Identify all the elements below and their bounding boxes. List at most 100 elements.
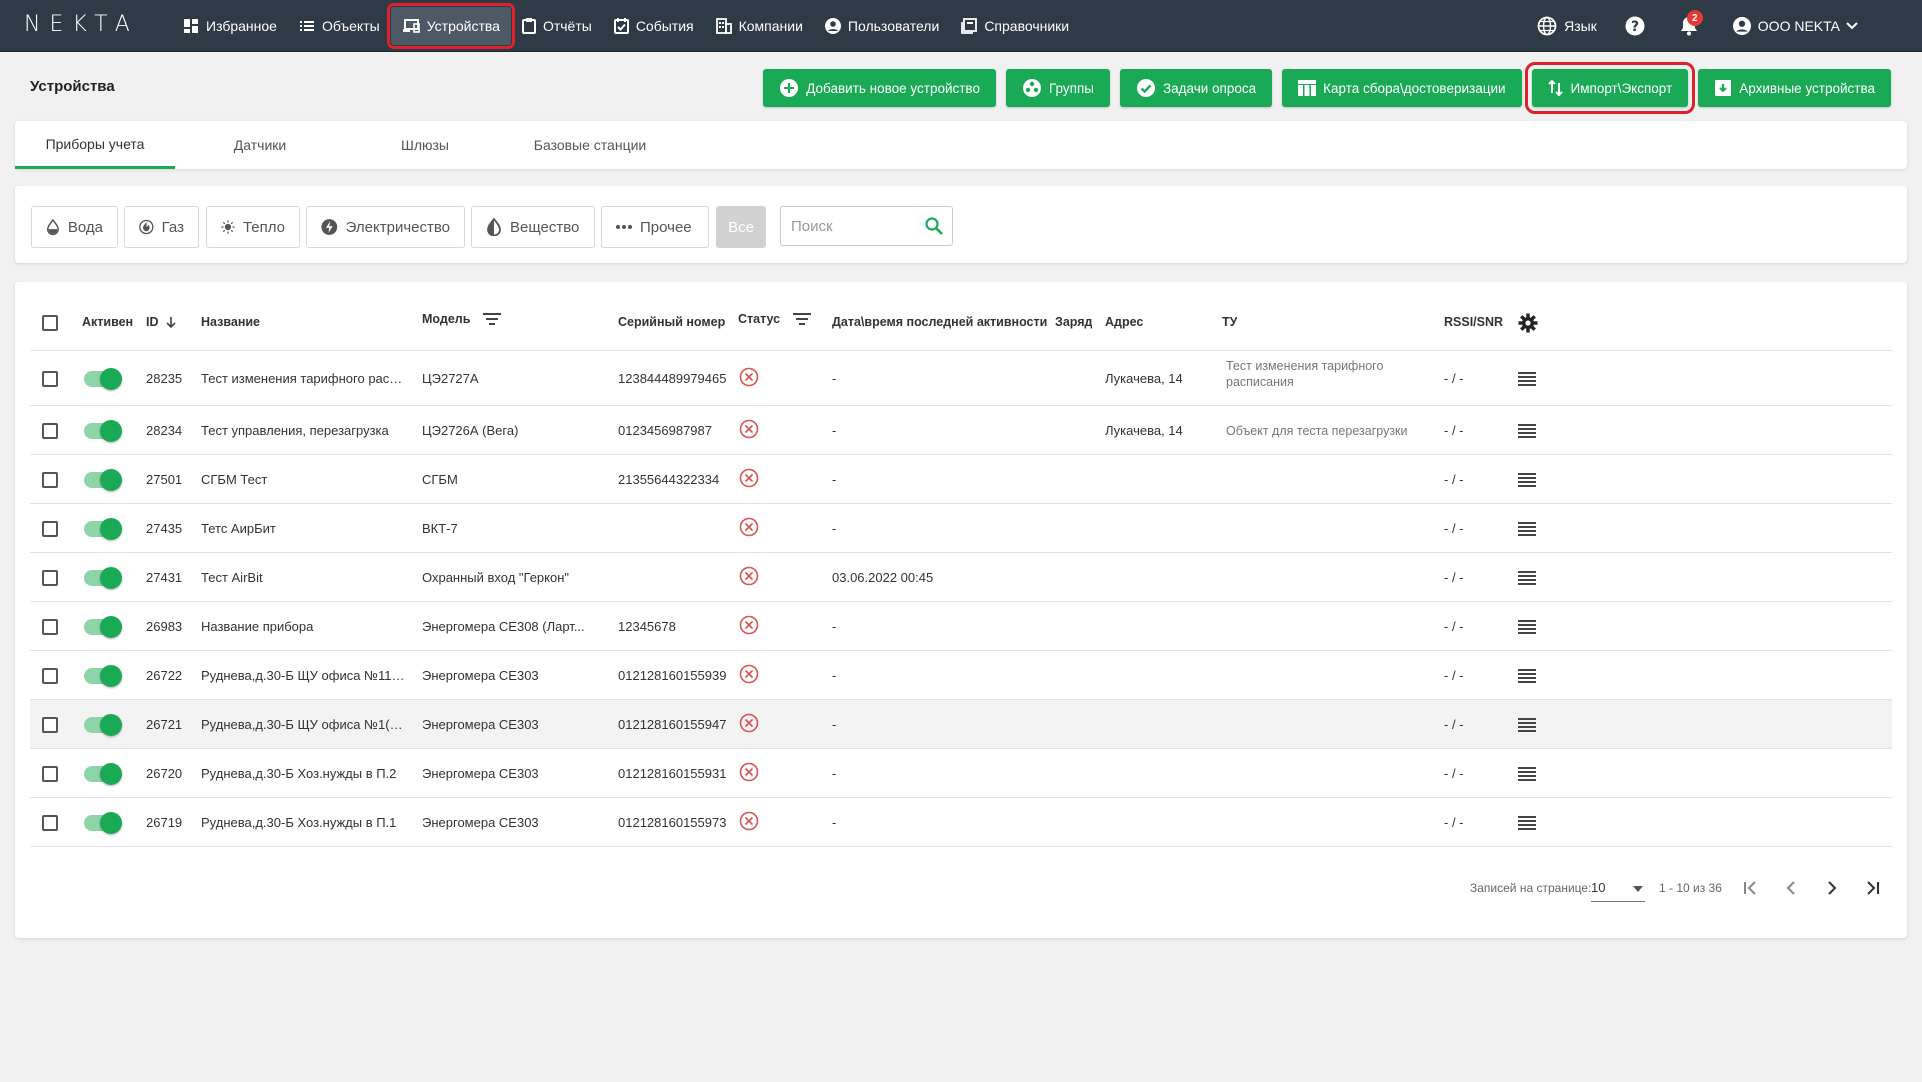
row-checkbox[interactable] — [42, 521, 58, 537]
row-checkbox[interactable] — [42, 619, 58, 635]
nav-item-events[interactable]: События — [603, 7, 705, 45]
nav-item-label: Пользователи — [847, 18, 940, 34]
cell-name[interactable]: Тест управления, перезагрузка — [201, 423, 406, 438]
filter-other[interactable]: Прочее — [601, 206, 709, 248]
status-error-icon — [739, 762, 759, 782]
select-all-checkbox[interactable] — [42, 315, 58, 331]
nav-item-references[interactable]: Справочники — [950, 7, 1080, 45]
table-row[interactable]: 26719 Руднева,д.30-Б Хоз.нужды в П.1 Энерг… — [30, 798, 1892, 847]
nav-item-reports[interactable]: Отчёты — [511, 7, 603, 45]
tab-base-stations[interactable]: Базовые станции — [505, 121, 675, 169]
active-toggle[interactable] — [84, 763, 122, 785]
active-toggle[interactable] — [84, 665, 122, 687]
settings-gear-icon[interactable] — [1518, 313, 1538, 333]
filter-substance[interactable]: Вещество — [471, 206, 595, 248]
row-menu-icon[interactable] — [1518, 571, 1536, 585]
row-checkbox[interactable] — [42, 815, 58, 831]
nav-item-favorites[interactable]: Избранное — [172, 7, 288, 45]
row-checkbox[interactable] — [42, 371, 58, 387]
search-input[interactable] — [791, 207, 921, 245]
tab-meters[interactable]: Приборы учета — [15, 121, 175, 169]
cell-name[interactable]: Название прибора — [201, 619, 406, 634]
row-checkbox[interactable] — [42, 717, 58, 733]
active-toggle[interactable] — [84, 368, 122, 390]
language-selector[interactable]: Язык — [1523, 7, 1611, 45]
row-checkbox[interactable] — [42, 668, 58, 684]
polling-tasks-button[interactable]: Задачи опроса — [1119, 69, 1273, 107]
cell-last-activity: - — [832, 371, 837, 386]
table-row[interactable]: 28235 Тест изменения тарифного распи... ЦЭ… — [30, 352, 1892, 406]
filter-gas[interactable]: Газ — [124, 206, 199, 248]
tab-gateways[interactable]: Шлюзы — [360, 121, 490, 169]
last-page-icon[interactable] — [1863, 878, 1883, 898]
language-label: Язык — [1564, 18, 1597, 34]
table-row[interactable]: 26722 Руднева,д.30-Б ЩУ офиса №11(П.... Эн… — [30, 651, 1892, 700]
search-icon[interactable] — [924, 216, 944, 236]
row-menu-icon[interactable] — [1518, 669, 1536, 683]
archived-devices-button[interactable]: Архивные устройства — [1698, 69, 1891, 107]
row-checkbox[interactable] — [42, 570, 58, 586]
filter-heat[interactable]: Тепло — [206, 206, 300, 248]
header-status-filter[interactable]: Статус — [738, 312, 812, 326]
table-row[interactable]: 26983 Название прибора Энергомера CE308 (Л… — [30, 602, 1892, 651]
row-menu-icon[interactable] — [1518, 522, 1536, 536]
button-label: Задачи опроса — [1162, 80, 1257, 96]
cell-name[interactable]: Тест изменения тарифного распи... — [201, 371, 406, 386]
row-menu-icon[interactable] — [1518, 816, 1536, 830]
help-button[interactable]: ? — [1611, 7, 1666, 45]
cell-last-activity: - — [832, 619, 837, 634]
sun-icon — [221, 220, 235, 234]
next-page-icon[interactable] — [1822, 878, 1842, 898]
groups-button[interactable]: Группы — [1005, 69, 1110, 107]
row-checkbox[interactable] — [42, 766, 58, 782]
add-device-button[interactable]: Добавить новое устройство — [763, 69, 996, 107]
filter-electricity[interactable]: Электричество — [306, 206, 465, 248]
table-row[interactable]: 27431 Тест AirBit Охранный вход "Геркон" 03… — [30, 553, 1892, 602]
company-account-menu[interactable]: ООО NEKTA — [1719, 7, 1872, 45]
nav-item-companies[interactable]: Компании — [705, 7, 814, 45]
row-menu-icon[interactable] — [1518, 620, 1536, 634]
nekta-logo[interactable]: NEKTA — [24, 12, 139, 37]
active-toggle[interactable] — [84, 714, 122, 736]
active-toggle[interactable] — [84, 420, 122, 442]
table-row[interactable]: 27435 Тетс АирБит ВКТ-7 - - / - — [30, 504, 1892, 553]
cell-name[interactable]: Руднева,д.30-Б Хоз.нужды в П.2 — [201, 766, 406, 781]
header-model-filter[interactable]: Модель — [422, 312, 502, 326]
active-toggle[interactable] — [84, 812, 122, 834]
nav-item-users[interactable]: Пользователи — [814, 7, 950, 45]
tab-sensors[interactable]: Датчики — [190, 121, 330, 169]
active-toggle[interactable] — [84, 616, 122, 638]
nav-item-devices[interactable]: Устройства — [386, 3, 515, 49]
cell-name[interactable]: СГБМ Тест — [201, 472, 406, 487]
nav-item-objects[interactable]: Объекты — [288, 7, 391, 45]
row-menu-icon[interactable] — [1518, 424, 1536, 438]
row-checkbox[interactable] — [42, 423, 58, 439]
table-row[interactable]: 26721 Руднева,д.30-Б ЩУ офиса №1(П.1... Эн… — [30, 700, 1892, 749]
active-toggle[interactable] — [84, 469, 122, 491]
cell-name[interactable]: Руднева,д.30-Б Хоз.нужды в П.1 — [201, 815, 406, 830]
import-export-button[interactable]: Импорт\Экспорт — [1524, 62, 1696, 114]
table-row[interactable]: 28234 Тест управления, перезагрузка ЦЭ2726… — [30, 406, 1892, 455]
previous-page-icon[interactable] — [1781, 878, 1801, 898]
collection-map-button[interactable]: Карта сбора\достоверизации — [1282, 69, 1522, 107]
table-row[interactable]: 26720 Руднева,д.30-Б Хоз.нужды в П.2 Энерг… — [30, 749, 1892, 798]
row-checkbox[interactable] — [42, 472, 58, 488]
header-id-sort[interactable]: ID — [146, 315, 177, 329]
cell-name[interactable]: Руднева,д.30-Б ЩУ офиса №1(П.1... — [201, 717, 406, 732]
rows-per-page-select[interactable]: 10 — [1591, 876, 1645, 902]
cell-name[interactable]: Тетс АирБит — [201, 521, 406, 536]
notifications-button[interactable]: 2 — [1666, 7, 1719, 45]
row-menu-icon[interactable] — [1518, 767, 1536, 781]
active-toggle[interactable] — [84, 518, 122, 540]
filter-water[interactable]: Вода — [31, 206, 118, 248]
active-toggle[interactable] — [84, 567, 122, 589]
filter-all[interactable]: Все — [716, 206, 766, 248]
table-row[interactable]: 27501 СГБМ Тест СГБМ 21355644322334 - - / - — [30, 455, 1892, 504]
row-menu-icon[interactable] — [1518, 473, 1536, 487]
cell-name[interactable]: Руднева,д.30-Б ЩУ офиса №11(П.... — [201, 668, 406, 683]
cell-name[interactable]: Тест AirBit — [201, 570, 406, 585]
row-menu-icon[interactable] — [1518, 718, 1536, 732]
row-menu-icon[interactable] — [1518, 372, 1536, 386]
chevron-down-icon — [1846, 22, 1858, 30]
first-page-icon[interactable] — [1740, 878, 1760, 898]
